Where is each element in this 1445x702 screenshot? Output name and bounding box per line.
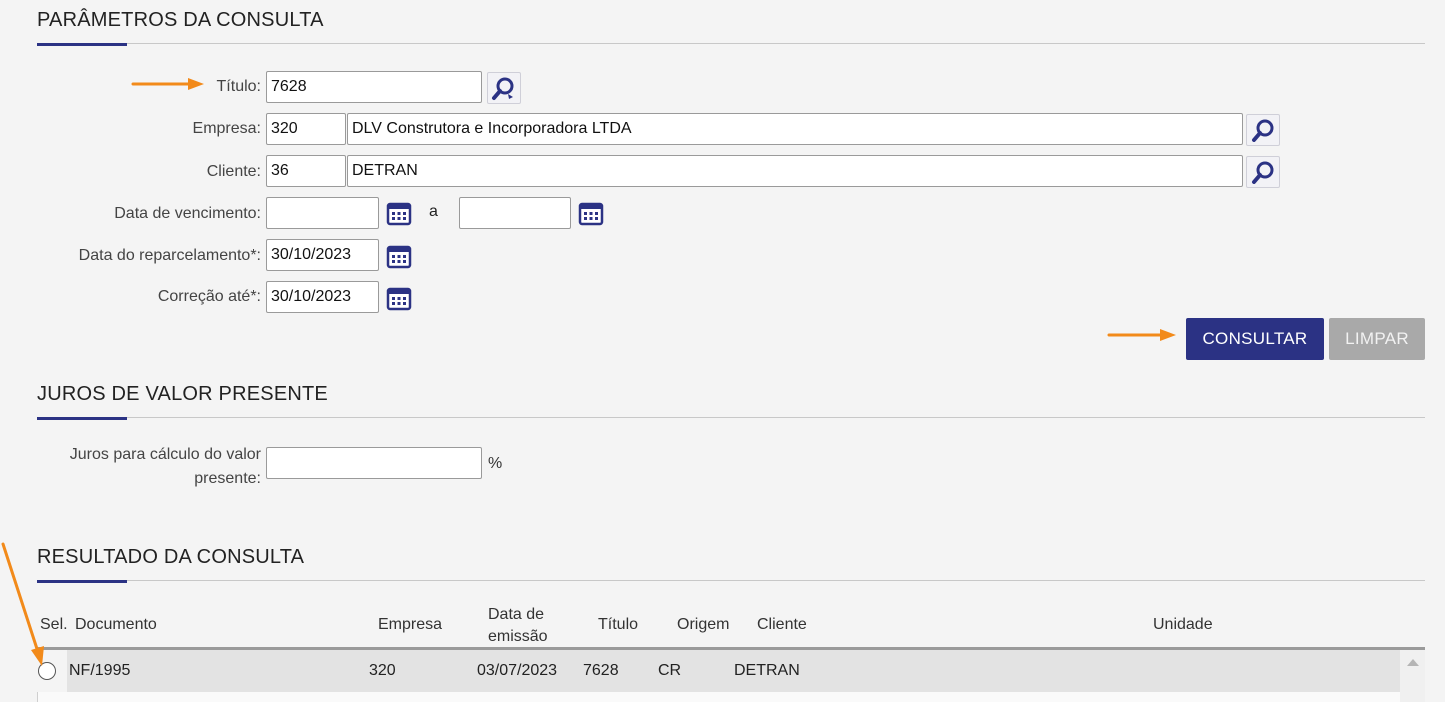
- search-icon: [1252, 119, 1274, 142]
- section-divider-accent: [37, 417, 127, 420]
- cell-cliente: DETRAN: [734, 662, 800, 679]
- calendar-icon: [386, 287, 412, 311]
- juros-label-line2: presente:: [194, 470, 261, 487]
- cliente-label: Cliente:: [206, 163, 261, 180]
- section-title-juros: JUROS DE VALOR PRESENTE: [37, 383, 328, 405]
- vencimento-separator: a: [429, 203, 438, 220]
- titulo-label: Título:: [216, 78, 261, 95]
- correcao-label: Correção até*:: [157, 288, 261, 305]
- scroll-up-arrow-icon[interactable]: [1400, 650, 1425, 670]
- limpar-button[interactable]: LIMPAR: [1329, 318, 1425, 360]
- vencimento-to-calendar-button[interactable]: [573, 197, 609, 229]
- table-row-empty: [37, 692, 1401, 702]
- calendar-icon: [386, 245, 412, 269]
- vencimento-label: Data de vencimento:: [114, 205, 261, 222]
- column-header-data-emissao: Data de emissão: [488, 604, 548, 648]
- cell-titulo: 7628: [583, 662, 619, 679]
- cliente-name-input[interactable]: [347, 155, 1243, 187]
- correcao-input[interactable]: [266, 281, 379, 313]
- empresa-code-input[interactable]: [266, 113, 346, 145]
- juros-unit: %: [488, 455, 503, 472]
- juros-label-line1: Juros para cálculo do valor: [69, 446, 261, 463]
- column-header-cliente: Cliente: [757, 616, 807, 633]
- section-divider: [37, 43, 1425, 44]
- column-header-data-line1: Data de: [488, 606, 545, 623]
- annotation-arrow-icon: [1, 542, 44, 666]
- section-divider-accent: [37, 580, 127, 583]
- vencimento-from-calendar-button[interactable]: [381, 197, 417, 229]
- section-divider: [37, 417, 1425, 418]
- search-refresh-icon: [492, 77, 514, 100]
- column-header-origem: Origem: [677, 616, 730, 633]
- column-header-data-line2: emissão: [488, 628, 548, 645]
- titulo-lookup-button[interactable]: [487, 72, 521, 104]
- annotation-arrow-icon: [1107, 329, 1176, 341]
- juros-input[interactable]: [266, 447, 482, 479]
- cell-documento: NF/1995: [69, 662, 131, 679]
- column-header-documento: Documento: [75, 616, 157, 633]
- section-divider: [37, 580, 1425, 581]
- search-icon: [1252, 161, 1274, 184]
- section-title-resultado: RESULTADO DA CONSULTA: [37, 546, 305, 568]
- reparcelamento-label: Data do reparcelamento*:: [78, 247, 261, 264]
- cell-origem: CR: [658, 662, 682, 679]
- cell-data-emissao: 03/07/2023: [477, 662, 558, 679]
- vencimento-to-input[interactable]: [459, 197, 571, 229]
- empresa-name-input[interactable]: [347, 113, 1243, 145]
- table-scrollbar[interactable]: [1400, 650, 1425, 702]
- titulo-input[interactable]: [266, 71, 482, 103]
- section-title-parametros: PARÂMETROS DA CONSULTA: [37, 9, 324, 31]
- cell-empresa: 320: [369, 662, 396, 679]
- reparcelamento-input[interactable]: [266, 239, 379, 271]
- calendar-icon: [386, 202, 412, 226]
- cliente-code-input[interactable]: [266, 155, 346, 187]
- cliente-lookup-button[interactable]: [1246, 156, 1280, 188]
- column-header-empresa: Empresa: [378, 616, 443, 633]
- column-header-unidade: Unidade: [1153, 616, 1213, 633]
- calendar-icon: [578, 202, 604, 226]
- consultar-button[interactable]: CONSULTAR: [1186, 318, 1324, 360]
- column-header-titulo: Título: [598, 616, 639, 633]
- reparcelamento-calendar-button[interactable]: [381, 240, 417, 272]
- table-row[interactable]: [37, 650, 1400, 692]
- empresa-lookup-button[interactable]: [1246, 114, 1280, 146]
- vencimento-from-input[interactable]: [266, 197, 379, 229]
- section-divider-accent: [37, 43, 127, 46]
- correcao-calendar-button[interactable]: [381, 282, 417, 314]
- empresa-label: Empresa:: [192, 120, 261, 137]
- juros-label: Juros para cálculo do valor presente:: [20, 443, 261, 491]
